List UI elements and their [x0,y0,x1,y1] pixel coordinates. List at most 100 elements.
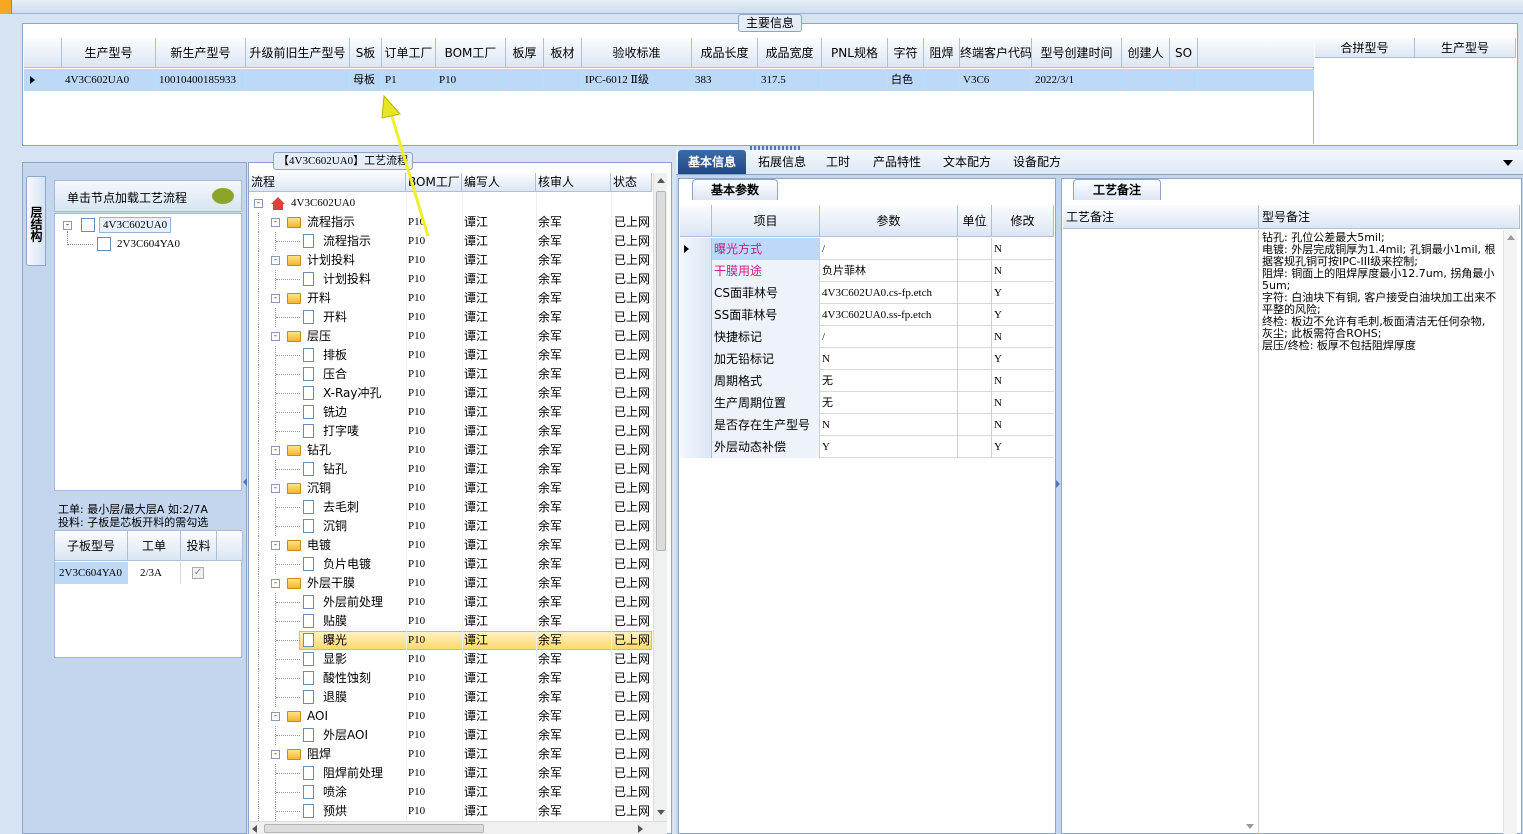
params-col-header[interactable]: 修改 [992,205,1054,237]
flow-node-label[interactable]: 负片电镀 [323,556,371,573]
param-modify[interactable]: N [992,238,1054,260]
main-col-header[interactable]: 新生产型号 [156,38,246,68]
param-value[interactable]: 4V3C602UA0.cs-fp.etch [820,282,958,304]
main-col-header[interactable]: 成品宽度 [758,38,822,68]
param-item[interactable]: 是否存在生产型号 [712,414,820,436]
flow-node-label[interactable]: 酸性蚀刻 [323,670,371,687]
flow-node-label[interactable]: 阻焊前处理 [323,765,383,782]
param-unit[interactable] [958,348,992,370]
param-value[interactable]: Y [820,436,958,458]
flow-row[interactable]: 外层前处理 P10 谭江 余军 已上网 [249,593,651,612]
flow-row[interactable]: 酸性蚀刻 P10 谭江 余军 已上网 [249,669,651,688]
tab-item[interactable]: 设备配方 [1004,150,1070,174]
flow-node-label[interactable]: 流程指示 [307,214,355,231]
main-col-header[interactable]: 板厚 [506,38,544,68]
flow-row[interactable]: - 钻孔 P10 谭江 余军 已上网 [249,441,651,460]
sub-board-col-header[interactable]: 子板型号 [55,531,128,561]
tab-item[interactable]: 工时 [818,150,858,174]
tree-expander[interactable]: - [271,712,280,721]
main-col-header[interactable]: 终端客户代码 [960,38,1032,68]
flow-col-header[interactable]: 编写人 [462,173,536,192]
tree-expander[interactable]: - [271,332,280,341]
flow-row[interactable]: 沉铜 P10 谭江 余军 已上网 [249,517,651,536]
flow-row[interactable]: 退膜 P10 谭江 余军 已上网 [249,688,651,707]
param-row[interactable]: 生产周期位置无 N [680,392,1054,414]
flow-node-label[interactable]: 外层干膜 [307,575,355,592]
param-item[interactable]: SS面菲林号 [712,304,820,326]
main-cell[interactable]: V3C6 [960,69,1032,91]
flow-node-label[interactable]: 沉铜 [307,480,331,497]
param-item[interactable]: 快捷标记 [712,326,820,348]
param-row[interactable]: 曝光方式 / N [680,238,1054,260]
param-row[interactable]: 快捷标记 / N [680,326,1054,348]
flow-row[interactable]: - 外层干膜 P10 谭江 余军 已上网 [249,574,651,593]
flow-node-label[interactable]: 预烘 [323,803,347,820]
tab-item[interactable]: 拓展信息 [750,150,814,174]
param-unit[interactable] [958,238,992,260]
scroll-thumb[interactable] [656,191,666,551]
scroll-right-arrow-icon[interactable] [638,825,643,833]
param-item[interactable]: 曝光方式 [712,238,820,260]
param-unit[interactable] [958,436,992,458]
vertical-tab-layer-structure[interactable]: 层结构 [26,176,46,266]
param-modify[interactable]: N [992,414,1054,436]
feed-checkbox[interactable]: ✓ [192,567,204,579]
main-col-header[interactable]: S板 [350,38,382,68]
flow-node-label[interactable]: AOI [307,708,328,725]
main-col-header[interactable]: 验收标准 [582,38,692,68]
main-col-header[interactable]: SO [1170,38,1198,68]
flow-node-label[interactable]: 打字唛 [323,423,359,440]
flow-node-label[interactable]: 曝光 [323,632,347,649]
flow-row[interactable]: 负片电镀 P10 谭江 余军 已上网 [249,555,651,574]
main-cell[interactable] [506,69,544,91]
flow-node-label[interactable]: 外层前处理 [323,594,383,611]
param-value[interactable]: / [820,326,958,348]
param-row[interactable]: 周期格式无 N [680,370,1054,392]
tree-expander[interactable]: - [63,221,72,230]
param-modify[interactable]: N [992,326,1054,348]
flow-node-label[interactable]: 流程指示 [323,233,371,250]
craft-note-col-header[interactable]: 工艺备注 [1063,205,1259,229]
param-modify[interactable]: Y [992,348,1054,370]
param-item[interactable]: 外层动态补偿 [712,436,820,458]
params-col-header[interactable]: 单位 [958,205,992,237]
flow-vscrollbar[interactable] [653,173,667,821]
params-col-header[interactable]: 参数 [820,205,958,237]
main-cell[interactable]: P1 [382,69,436,91]
param-unit[interactable] [958,392,992,414]
flow-row[interactable]: 钻孔 P10 谭江 余军 已上网 [249,460,651,479]
main-cell[interactable] [1122,69,1170,91]
note-vscrollbar[interactable] [1503,230,1517,834]
main-col-header[interactable]: 创建人 [1122,38,1170,68]
flow-node-label[interactable]: 排板 [323,347,347,364]
flow-node-label[interactable]: 退膜 [323,689,347,706]
hscroll-thumb[interactable] [264,824,484,833]
param-unit[interactable] [958,370,992,392]
flow-node-label[interactable]: 钻孔 [323,461,347,478]
flow-row[interactable]: - AOI P10 谭江 余军 已上网 [249,707,651,726]
param-row[interactable]: 外层动态补偿 Y Y [680,436,1054,458]
flow-row[interactable]: - 层压 P10 谭江 余军 已上网 [249,327,651,346]
param-modify[interactable]: N [992,392,1054,414]
flow-node-label[interactable]: 压合 [323,366,347,383]
layer-tree-node[interactable]: 4V3C602UA0 [99,217,172,233]
param-unit[interactable] [958,304,992,326]
param-modify[interactable]: Y [992,304,1054,326]
craft-vscroll-down-arrow-icon[interactable] [1246,824,1254,829]
flow-row[interactable]: - 电镀 P10 谭江 余军 已上网 [249,536,651,555]
main-cell[interactable]: 10010400185933 [156,69,246,91]
param-modify[interactable]: N [992,370,1054,392]
flow-row[interactable]: - 计划投料 P10 谭江 余军 已上网 [249,251,651,270]
flow-node-label[interactable]: 开料 [307,290,331,307]
param-value[interactable]: 无 [820,392,958,414]
flow-node-label[interactable]: 铣边 [323,404,347,421]
tab-item[interactable]: 产品特性 [863,150,931,174]
left-splitter-arrow[interactable] [243,478,247,486]
flow-node-label[interactable]: 计划投料 [307,252,355,269]
main-col-header[interactable]: 订单工厂 [382,38,436,68]
tree-expander[interactable]: - [254,199,263,208]
sub-board-col-header[interactable]: 投料 [181,531,217,561]
tree-expander[interactable]: - [271,256,280,265]
param-unit[interactable] [958,326,992,348]
main-cell[interactable]: 383 [692,69,758,91]
